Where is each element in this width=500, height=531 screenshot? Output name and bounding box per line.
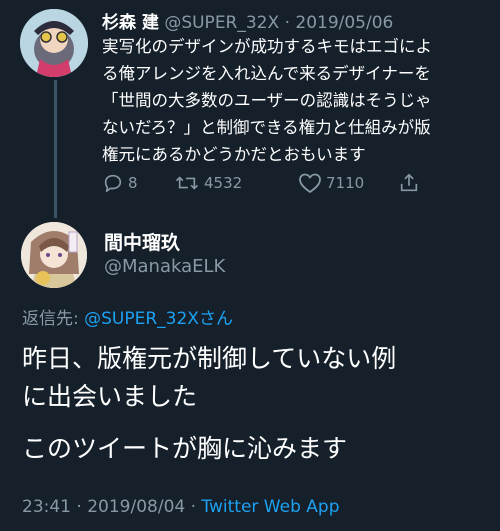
like-button[interactable]: 7110 — [298, 172, 364, 194]
tweet-paragraph: 昨日、版権元が制御していない例 に出会いました — [22, 340, 492, 416]
share-button[interactable] — [398, 172, 420, 194]
tweet1-text: 実写化のデザインが成功するキモはエゴによ る俺アレンジを入れ込んで来るデザイナー… — [102, 33, 490, 168]
like-icon — [299, 173, 321, 193]
separator: · — [284, 13, 290, 33]
source-app-link[interactable]: Twitter Web App — [201, 497, 339, 517]
tweet-actions: 8 4532 7110 — [102, 170, 422, 196]
retweet-icon — [175, 176, 199, 190]
separator: · — [76, 497, 82, 517]
tweet-line: ないだろ？」と制御できる権力と仕組みが版 — [102, 118, 431, 137]
thread-line — [54, 80, 57, 218]
share-icon — [400, 173, 418, 192]
display-name[interactable]: 杉森 建 — [102, 13, 159, 33]
retweet-count: 4532 — [204, 174, 243, 192]
tweet1-header: 杉森 建 @SUPER_32X · 2019/05/06 — [102, 8, 393, 33]
separator: · — [190, 497, 197, 517]
avatar[interactable] — [20, 9, 88, 77]
reply-to-link[interactable]: @SUPER_32Xさん — [84, 309, 233, 329]
retweet-button[interactable]: 4532 — [174, 172, 242, 194]
reply-prefix: 返信先: — [22, 309, 79, 329]
tweet-paragraph: このツイートが胸に沁みます — [22, 434, 348, 463]
tweet-line: る俺アレンジを入れ込んで来るデザイナーを — [102, 64, 431, 83]
avatar-image — [21, 222, 87, 288]
reply-button[interactable]: 8 — [102, 172, 138, 194]
tweet-meta: 23:41 · 2019/08/04 · Twitter Web App — [22, 497, 339, 517]
handle[interactable]: @SUPER_32X — [164, 13, 279, 33]
tweet-line: 権元にあるかどうかだとおもいます — [102, 145, 366, 164]
tweet-line: 実写化のデザインが成功するキモはエゴによ — [102, 37, 432, 56]
tweet-line: 昨日、版権元が制御していない例 — [22, 344, 397, 373]
reply-count: 8 — [128, 174, 138, 192]
avatar-image — [20, 9, 88, 77]
tweet-date[interactable]: 2019/08/04 — [87, 497, 185, 517]
like-count: 7110 — [326, 174, 365, 192]
avatar[interactable] — [21, 222, 87, 288]
handle[interactable]: @ManakaELK — [104, 256, 225, 277]
tweet-line: 「世間の大多数のユーザーの認識はそうじゃ — [102, 91, 432, 110]
tweet-line: に出会いました — [22, 382, 198, 411]
reply-context: 返信先: @SUPER_32Xさん — [22, 304, 233, 329]
tweet-time[interactable]: 23:41 — [22, 497, 71, 517]
tweet2-text: 昨日、版権元が制御していない例 に出会いました このツイートが胸に沁みます — [22, 340, 492, 482]
display-name[interactable]: 間中瑠玖 — [104, 228, 180, 255]
tweet-date[interactable]: 2019/05/06 — [295, 13, 393, 33]
reply-icon — [104, 174, 122, 193]
